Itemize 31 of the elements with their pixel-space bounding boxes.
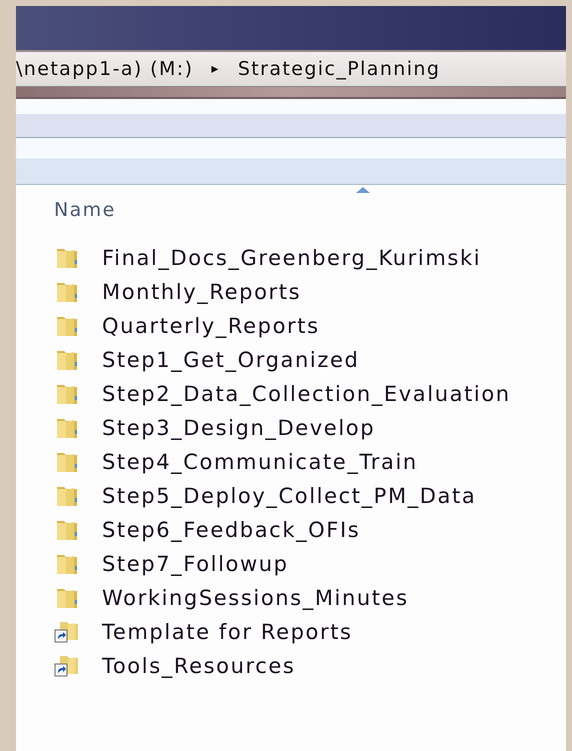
folder-icon [54, 382, 80, 406]
folder-icon [54, 416, 80, 440]
folder-icon [54, 246, 80, 270]
folder-icon [54, 280, 80, 304]
file-name[interactable]: WorkingSessions_Minutes [102, 586, 409, 610]
file-name[interactable]: Template for Reports [102, 620, 353, 644]
file-name[interactable]: Tools_Resources [102, 654, 296, 678]
folder-icon [54, 552, 80, 576]
file-name[interactable]: Final_Docs_Greenberg_Kurimski [102, 246, 482, 270]
address-bar[interactable]: \netapp1-a) (M:) ▸ Strategic_Planning [16, 50, 566, 87]
file-name[interactable]: Step4_Communicate_Train [102, 450, 418, 474]
file-name[interactable]: Step6_Feedback_OFIs [102, 518, 360, 542]
shortcut-folder-icon [54, 654, 80, 678]
folder-icon [54, 450, 80, 474]
folder-icon [54, 348, 80, 372]
column-header[interactable]: Name [54, 199, 116, 221]
file-name[interactable]: Step1_Get_Organized [102, 348, 360, 372]
file-name[interactable]: Step2_Data_Collection_Evaluation [102, 382, 511, 406]
folder-icon [54, 484, 80, 508]
shortcut-folder-icon [54, 620, 80, 644]
folder-icon [54, 314, 80, 338]
file-name[interactable]: Step5_Deploy_Collect_PM_Data [102, 484, 476, 508]
breadcrumb-arrow[interactable]: ▸ [211, 61, 220, 77]
breadcrumb[interactable]: Strategic_Planning [238, 58, 440, 80]
file-name[interactable]: Step3_Design_Develop [102, 416, 376, 440]
file-name[interactable]: Monthly_Reports [102, 280, 302, 304]
breadcrumb[interactable]: \netapp1-a) (M:) [16, 58, 194, 80]
file-name[interactable]: Quarterly_Reports [102, 314, 320, 338]
folder-icon [54, 586, 80, 610]
folder-icon [54, 518, 80, 542]
file-name[interactable]: Step7_Followup [102, 552, 289, 576]
